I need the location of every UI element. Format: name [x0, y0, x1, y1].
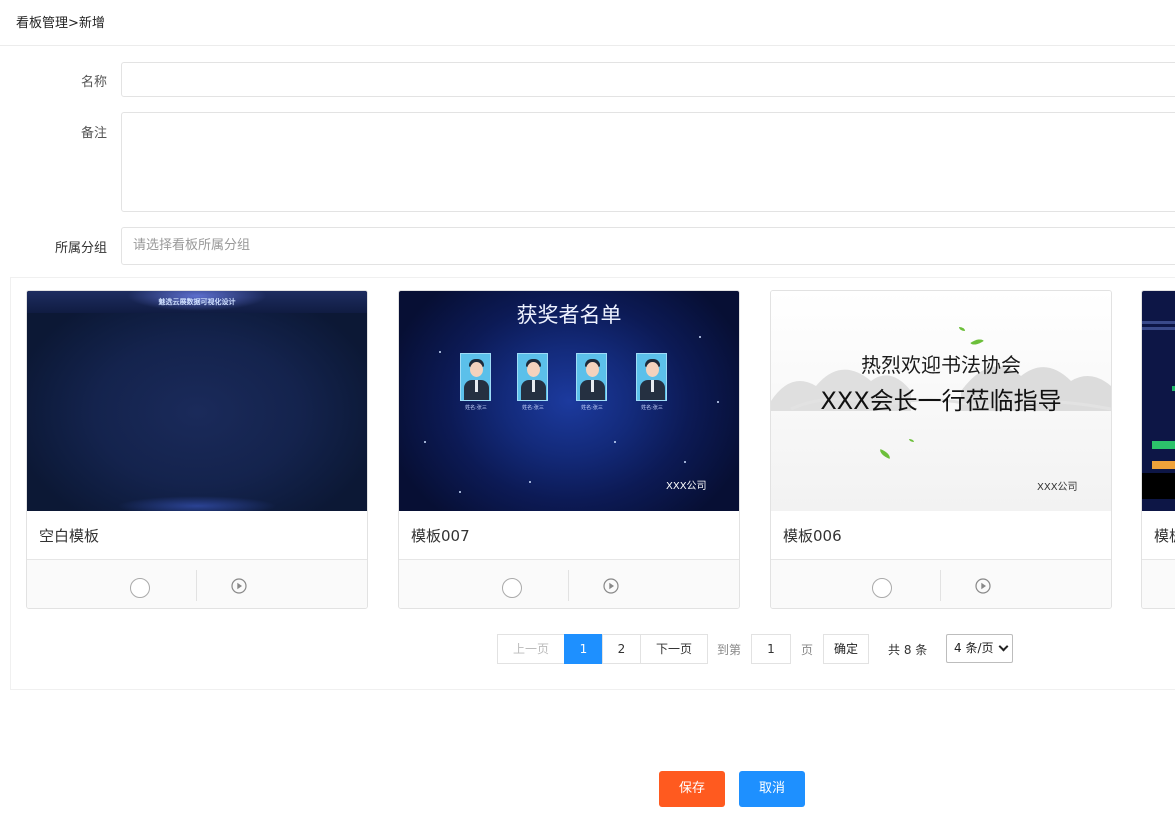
- template-title: 模板: [1154, 527, 1175, 545]
- person-avatar: [576, 353, 607, 401]
- radio-circle-icon[interactable]: [502, 578, 522, 598]
- star-dot: [459, 491, 461, 493]
- group-label: 所属分组: [54, 241, 107, 256]
- card-footer: [1142, 559, 1175, 608]
- goto-page-input[interactable]: 1: [751, 634, 791, 664]
- chevron-down-icon: [998, 641, 1009, 652]
- template-title: 模板007: [411, 527, 470, 545]
- name-input[interactable]: [121, 62, 1175, 97]
- group-select[interactable]: 请选择看板所属分组: [121, 227, 1175, 265]
- radio-circle-icon[interactable]: [872, 578, 892, 598]
- leaf-decoration: [878, 449, 892, 459]
- thumb-line2: XXX会长一行莅临指导: [820, 387, 1062, 415]
- template-card[interactable]: 模板: [1141, 290, 1175, 609]
- page-size-value: 4 条/页: [954, 641, 994, 655]
- card-footer: [771, 559, 1111, 608]
- save-button[interactable]: 保存: [659, 771, 725, 807]
- goto-prefix: 到第: [717, 643, 742, 657]
- page-2-button[interactable]: 2: [602, 634, 641, 664]
- star-dot: [684, 461, 686, 463]
- cancel-button[interactable]: 取消: [739, 771, 805, 807]
- footer-divider: [568, 570, 569, 601]
- breadcrumb-text: 看板管理>新增: [16, 16, 105, 31]
- person-name: 姓名:张三: [465, 405, 487, 411]
- star-dot: [439, 351, 441, 353]
- footer-divider: [940, 570, 941, 601]
- card-footer: [399, 559, 739, 608]
- remark-textarea[interactable]: [121, 112, 1175, 212]
- page-1-button[interactable]: 1: [564, 634, 603, 664]
- person-avatar: [460, 353, 491, 401]
- star-dot: [699, 336, 701, 338]
- leaf-decoration: [909, 439, 914, 442]
- person-name: 姓名:张三: [522, 405, 544, 411]
- thumb-title: 魅选云展数据可视化设计: [158, 298, 236, 306]
- name-row: 名称: [0, 62, 1175, 98]
- confirm-goto-button[interactable]: 确定: [823, 634, 869, 664]
- star-dot: [717, 401, 719, 403]
- name-label: 名称: [80, 75, 107, 90]
- breadcrumb: 看板管理>新增: [0, 0, 1175, 46]
- person-avatar: [636, 353, 667, 401]
- star-dot: [614, 441, 616, 443]
- star-dot: [529, 481, 531, 483]
- play-circle-icon[interactable]: [975, 578, 991, 594]
- group-row: 所属分组 请选择看板所属分组: [0, 227, 1175, 265]
- remark-label: 备注: [80, 126, 107, 141]
- template-thumbnail: [1142, 291, 1175, 511]
- template-thumbnail: 魅选云展数据可视化设计: [27, 291, 367, 511]
- template-card[interactable]: 魅选云展数据可视化设计 空白模板: [26, 290, 368, 609]
- goto-suffix: 页: [801, 643, 814, 657]
- radio-circle-icon[interactable]: [130, 578, 150, 598]
- template-title: 模板006: [783, 527, 842, 545]
- star-dot: [424, 441, 426, 443]
- play-circle-icon[interactable]: [231, 578, 247, 594]
- template-thumbnail: 热烈欢迎书法协会 XXX会长一行莅临指导 XXX公司: [771, 291, 1111, 511]
- next-page-button[interactable]: 下一页: [640, 634, 708, 664]
- thumb-line1: 热烈欢迎书法协会: [861, 353, 1021, 377]
- person-avatar: [517, 353, 548, 401]
- prev-page-button[interactable]: 上一页: [497, 634, 565, 664]
- total-count: 共 8 条: [888, 643, 928, 657]
- template-thumbnail: 获奖者名单 姓名:张三 姓名:张三 姓名:张三 姓名:张三 XXX公司: [399, 291, 739, 511]
- thumb-company: XXX公司: [666, 481, 707, 492]
- footer-divider: [196, 570, 197, 601]
- remark-row: 备注: [0, 112, 1175, 212]
- thumb-bottom-glow: [117, 496, 277, 511]
- person-name: 姓名:张三: [581, 405, 603, 411]
- thumb-company: XXX公司: [1037, 482, 1078, 493]
- play-circle-icon[interactable]: [603, 578, 619, 594]
- person-name: 姓名:张三: [641, 405, 663, 411]
- page-size-select[interactable]: 4 条/页: [946, 634, 1013, 663]
- template-title: 空白模板: [39, 527, 100, 545]
- template-card[interactable]: 热烈欢迎书法协会 XXX会长一行莅临指导 XXX公司 模板006: [770, 290, 1112, 609]
- card-footer: [27, 559, 367, 608]
- template-card[interactable]: 获奖者名单 姓名:张三 姓名:张三 姓名:张三 姓名:张三 XXX公司 模板00…: [398, 290, 740, 609]
- thumb-title: 获奖者名单: [516, 303, 622, 327]
